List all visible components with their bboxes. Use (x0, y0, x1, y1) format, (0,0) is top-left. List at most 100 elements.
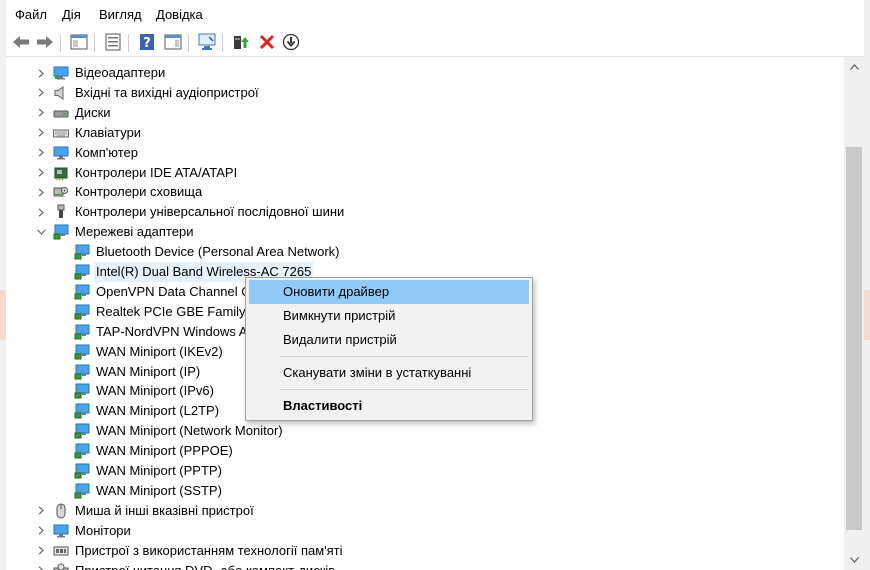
scan-hardware-button[interactable] (196, 31, 218, 53)
chevron-up-icon (849, 64, 859, 70)
scroll-down-button[interactable] (844, 550, 864, 570)
chevron-right-icon[interactable] (34, 202, 48, 222)
tree-item-label: WAN Miniport (SSTP) (96, 482, 222, 498)
network-adapter-icon (74, 423, 90, 439)
chevron-right-icon[interactable] (34, 182, 48, 202)
chevron-right-icon[interactable] (34, 63, 48, 83)
device-category[interactable]: Контролери сховища (6, 182, 844, 202)
chevron-right-icon[interactable] (34, 83, 48, 103)
device-category[interactable]: Пристрої читання DVD- або компакт-дисків (6, 561, 844, 570)
chevron-right-icon[interactable] (34, 163, 48, 183)
network-adapter-icon (74, 383, 90, 399)
device-category[interactable]: Клавіатури (6, 123, 844, 143)
tree-item-label: Контролери універсальної послідовної шин… (75, 204, 345, 220)
device-category[interactable]: Мережеві адаптери (6, 222, 844, 242)
back-arrow-button[interactable] (10, 31, 32, 53)
chevron-down-icon[interactable] (34, 222, 48, 242)
tree-item-label: Контролери сховища (75, 184, 203, 200)
tree-item-label: WAN Miniport (IKEv2) (96, 343, 223, 359)
device-category[interactable]: Пристрої з використанням технології пам'… (6, 541, 844, 561)
speaker-icon (53, 85, 69, 101)
device-category[interactable]: Контролери універсальної послідовної шин… (6, 202, 844, 222)
chevron-right-icon[interactable] (34, 501, 48, 521)
tree-item-label: Bluetooth Device (Personal Area Network) (96, 244, 340, 260)
network-adapter-icon (74, 264, 90, 280)
chevron-right-icon[interactable] (34, 103, 48, 123)
device-item[interactable]: WAN Miniport (PPTP) (6, 461, 844, 481)
toolbar-separator (222, 34, 223, 52)
toolbar-separator (128, 34, 129, 52)
tree-item-label: Вхідні та вихідні аудіопристрої (75, 84, 259, 100)
context-menu-item-disable-device[interactable]: Вимкнути пристрій (249, 304, 529, 328)
device-item[interactable]: WAN Miniport (Network Monitor) (6, 421, 844, 441)
context-menu-item-uninstall-device[interactable]: Видалити пристрій (249, 328, 529, 352)
menu-item-3[interactable]: Довідка (156, 7, 203, 22)
network-adapter-icon (74, 403, 90, 419)
chevron-right-icon[interactable] (34, 561, 48, 570)
tree-item-label: WAN Miniport (IPv6) (96, 383, 214, 399)
forward-arrow-icon (36, 35, 54, 49)
toolbar: ? (6, 30, 864, 57)
context-menu-item-label: Видалити пристрій (283, 332, 397, 347)
device-category[interactable]: Миша й інші вказівні пристрої (6, 501, 844, 521)
action-pane-button[interactable] (162, 31, 184, 53)
update-driver-button[interactable] (230, 31, 252, 53)
network-adapter-icon (74, 443, 90, 459)
tree-item-label: Комп'ютер (75, 144, 138, 160)
help-button[interactable]: ? (136, 31, 158, 53)
context-menu: Оновити драйвер Вимкнути пристрій Видалити… (245, 277, 533, 421)
tree-item-label: Контролери IDE ATA/ATAPI (75, 164, 238, 180)
network-adapter-icon (74, 324, 90, 340)
tree-item-label: Миша й інші вказівні пристрої (75, 502, 254, 518)
chevron-right-icon[interactable] (34, 521, 48, 541)
device-category[interactable]: Диски (6, 103, 844, 123)
device-category[interactable]: Монітори (6, 521, 844, 541)
forward-arrow-button[interactable] (34, 31, 56, 53)
background-window-edge-right (864, 0, 870, 570)
toolbar-separator (60, 34, 61, 52)
chevron-right-icon[interactable] (34, 541, 48, 561)
monitor-icon (53, 523, 69, 539)
chevron-right-icon[interactable] (34, 123, 48, 143)
tree-item-label: WAN Miniport (PPPOE) (96, 443, 233, 459)
menu-item-0[interactable]: Файл (15, 7, 47, 22)
menu-item-2[interactable]: Вигляд (99, 7, 142, 22)
vertical-scrollbar[interactable] (844, 57, 864, 570)
disable-device-button[interactable] (280, 31, 302, 53)
scroll-up-button[interactable] (844, 57, 864, 77)
network-adapter-icon (74, 244, 90, 260)
device-item[interactable]: Bluetooth Device (Personal Area Network) (6, 242, 844, 262)
properties-button[interactable] (102, 31, 124, 53)
network-adapter-icon (74, 284, 90, 300)
menu-separator (280, 389, 528, 390)
help-icon: ? (139, 33, 155, 51)
chevron-right-icon[interactable] (34, 143, 48, 163)
context-menu-item-properties[interactable]: Властивості (249, 394, 529, 418)
device-item[interactable]: WAN Miniport (SSTP) (6, 481, 844, 501)
menu-item-1[interactable]: Дія (62, 7, 81, 22)
tree-item-label: Диски (75, 104, 111, 120)
back-arrow-icon (12, 35, 30, 49)
mouse-icon (53, 503, 69, 519)
uninstall-device-icon (259, 34, 275, 50)
show-hide-console-tree-button[interactable] (68, 31, 90, 53)
tree-item-label: WAN Miniport (Network Monitor) (96, 423, 283, 439)
scroll-thumb[interactable] (846, 147, 862, 530)
dvd-drive-icon (53, 563, 69, 570)
context-menu-item-update-driver[interactable]: Оновити драйвер (249, 280, 529, 304)
action-pane-icon (164, 34, 182, 50)
device-category[interactable]: Відеоадаптери (6, 63, 844, 83)
computer-icon (53, 145, 69, 161)
device-category[interactable]: Комп'ютер (6, 143, 844, 163)
memory-device-icon (53, 543, 69, 559)
uninstall-device-button[interactable] (256, 31, 278, 53)
disk-drive-icon (53, 105, 69, 121)
network-adapter-icon (74, 364, 90, 380)
device-category[interactable]: Вхідні та вихідні аудіопристрої (6, 83, 844, 103)
device-category[interactable]: Контролери IDE ATA/ATAPI (6, 163, 844, 183)
tree-item-label: Клавіатури (75, 124, 142, 140)
toolbar-separator (188, 34, 189, 52)
context-menu-item-scan-for-hardware-changes[interactable]: Сканувати зміни в устаткуванні (249, 361, 529, 385)
device-item[interactable]: WAN Miniport (PPPOE) (6, 441, 844, 461)
network-adapter-icon (53, 224, 69, 240)
